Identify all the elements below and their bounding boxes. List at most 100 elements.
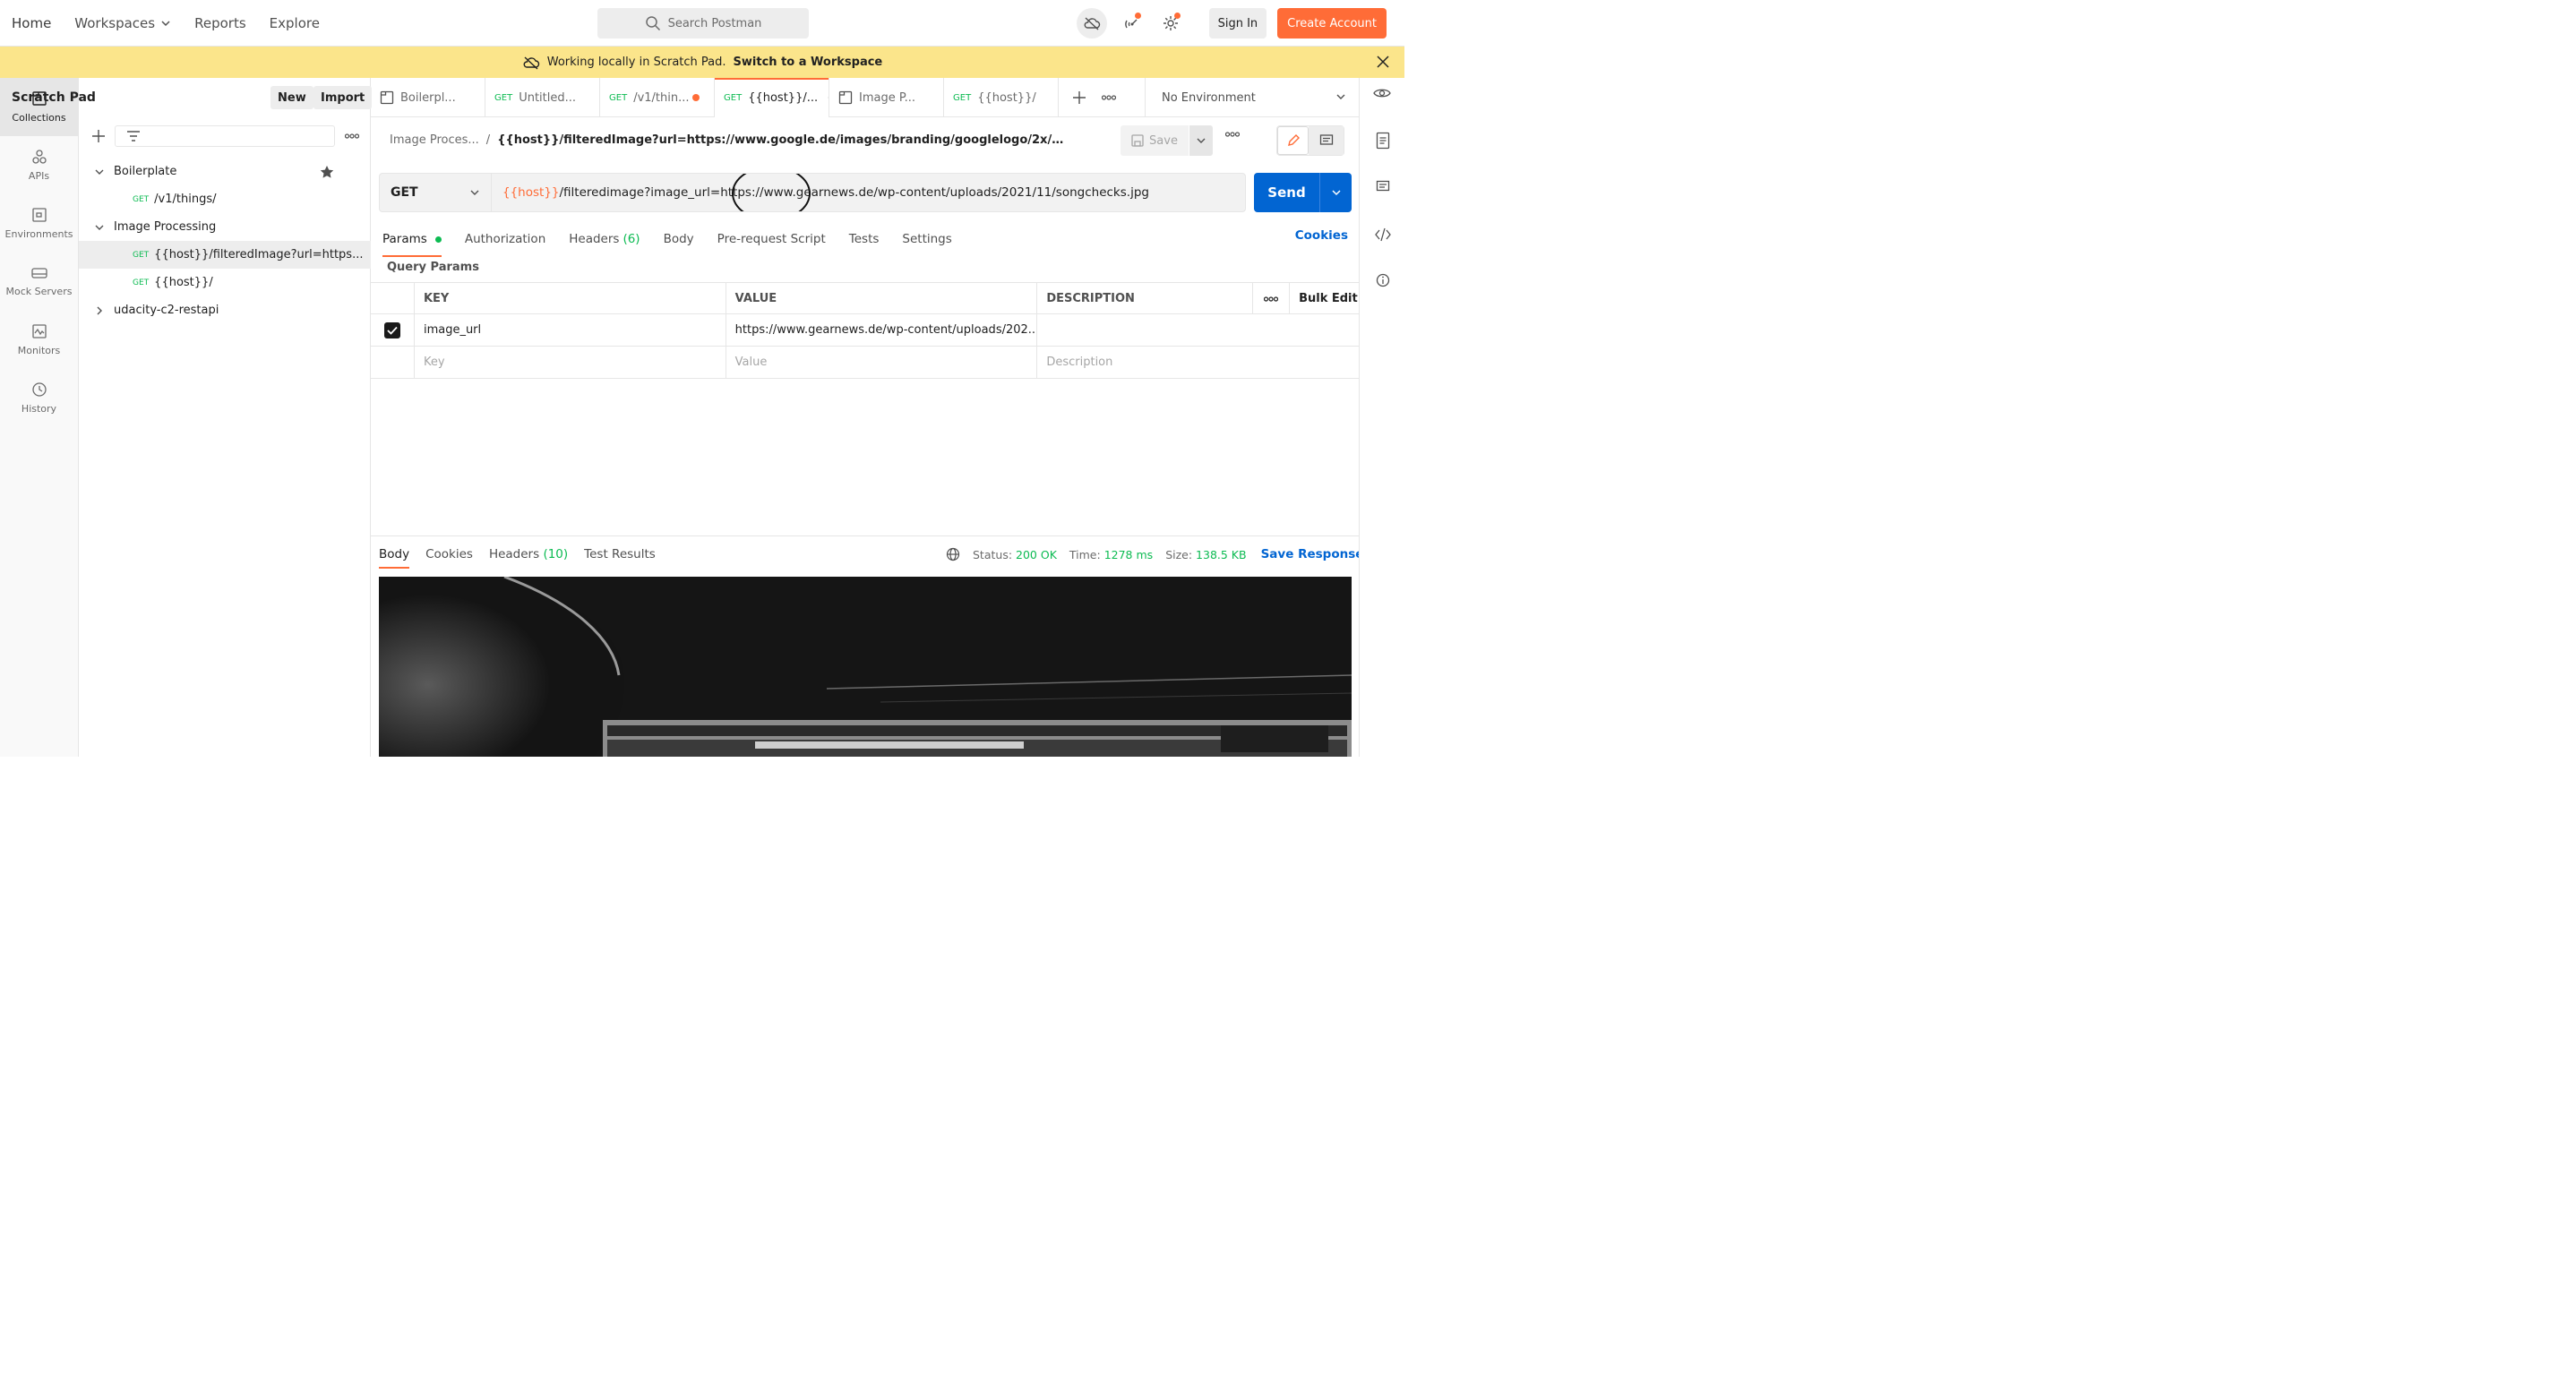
param-description[interactable] bbox=[1037, 314, 1359, 346]
rail-mock-servers[interactable]: Mock Servers bbox=[0, 253, 78, 311]
method-select[interactable]: GET bbox=[379, 173, 492, 212]
table-options-button[interactable] bbox=[1253, 283, 1291, 314]
time-label: Time: bbox=[1069, 547, 1101, 561]
edit-mode-button[interactable] bbox=[1277, 126, 1309, 155]
plus-icon[interactable] bbox=[1073, 90, 1086, 104]
param-value[interactable]: https://www.gearnews.de/wp-content/uploa… bbox=[726, 314, 1038, 346]
response-tab-test-results[interactable]: Test Results bbox=[584, 547, 656, 561]
rail-label: Environments bbox=[4, 228, 73, 240]
bulk-edit-button[interactable]: Bulk Edit bbox=[1290, 283, 1359, 314]
request-section-tabs: Params Authorization Headers (6) Body Pre… bbox=[382, 228, 952, 257]
response-image bbox=[379, 577, 1352, 757]
tab-untitled[interactable]: GET Untitled... bbox=[485, 78, 600, 117]
rail-label: History bbox=[21, 403, 57, 415]
value-placeholder-input[interactable]: Value bbox=[726, 347, 1038, 378]
tab-params[interactable]: Params bbox=[382, 228, 442, 257]
tab-host-filtered[interactable]: GET {{host}}/... bbox=[715, 78, 829, 117]
collection-boilerplate[interactable]: Boilerplate bbox=[79, 158, 371, 185]
response-tab-cookies[interactable]: Cookies bbox=[425, 547, 473, 561]
response-tab-headers[interactable]: Headers (10) bbox=[489, 547, 568, 561]
new-button[interactable]: New bbox=[270, 86, 313, 109]
cookies-link[interactable]: Cookies bbox=[1295, 228, 1348, 243]
more-options-icon[interactable] bbox=[1225, 132, 1240, 137]
chevron-down-icon bbox=[161, 21, 170, 27]
capture-requests-button[interactable] bbox=[1116, 8, 1146, 39]
description-placeholder-input[interactable]: Description bbox=[1037, 347, 1359, 378]
rail-environments[interactable]: Environments bbox=[0, 194, 78, 253]
globe-icon[interactable] bbox=[946, 547, 960, 561]
import-button[interactable]: Import bbox=[313, 86, 373, 109]
response-tab-body[interactable]: Body bbox=[379, 547, 410, 569]
tab-host-root[interactable]: GET {{host}}/ bbox=[944, 78, 1059, 117]
tab-authorization[interactable]: Authorization bbox=[465, 228, 545, 250]
sync-status-button[interactable] bbox=[1076, 8, 1107, 39]
method-badge: GET bbox=[133, 278, 150, 287]
collection-image-processing[interactable]: Image Processing bbox=[79, 213, 371, 241]
param-key[interactable]: image_url bbox=[415, 314, 726, 346]
key-placeholder-input[interactable]: Key bbox=[415, 347, 726, 378]
nav-reports[interactable]: Reports bbox=[194, 15, 246, 31]
collection-label: Boilerplate bbox=[114, 165, 177, 178]
more-options-icon[interactable] bbox=[1102, 94, 1116, 100]
breadcrumb-current[interactable]: {{host}}/filteredImage?url=https://www.g… bbox=[497, 133, 1065, 147]
filter-input[interactable] bbox=[115, 125, 335, 147]
close-icon[interactable] bbox=[1376, 55, 1390, 69]
scratch-pad-banner: Working locally in Scratch Pad. Switch t… bbox=[0, 47, 1404, 78]
mock-servers-icon bbox=[30, 268, 47, 278]
url-input[interactable]: {{host}}/filteredimage?image_url=https:/… bbox=[492, 173, 1246, 212]
more-options-icon[interactable] bbox=[345, 133, 359, 139]
eye-icon[interactable] bbox=[1373, 87, 1391, 99]
tab-label: Boilerpl... bbox=[400, 90, 456, 105]
rail-monitors[interactable]: Monitors bbox=[0, 311, 78, 369]
comments-icon[interactable] bbox=[1376, 180, 1390, 194]
tab-tests[interactable]: Tests bbox=[849, 228, 880, 250]
send-options-button[interactable] bbox=[1319, 173, 1352, 212]
request-item[interactable]: GET /v1/things/ bbox=[79, 185, 371, 213]
nav-explore[interactable]: Explore bbox=[270, 15, 320, 31]
row-checkbox-cell bbox=[371, 314, 415, 346]
rail-apis[interactable]: APIs bbox=[0, 136, 78, 194]
chevron-down-icon bbox=[1331, 190, 1341, 196]
tab-image-processing[interactable]: Image P... bbox=[829, 78, 944, 117]
tab-headers[interactable]: Headers (6) bbox=[569, 228, 640, 250]
tab-params-label: Params bbox=[382, 232, 427, 246]
banner-text: Working locally in Scratch Pad. bbox=[546, 56, 726, 69]
tab-body[interactable]: Body bbox=[664, 228, 694, 250]
send-button[interactable]: Send bbox=[1254, 184, 1319, 201]
nav-workspaces[interactable]: Workspaces bbox=[74, 15, 171, 31]
info-icon[interactable] bbox=[1376, 273, 1390, 287]
environment-select[interactable]: No Environment bbox=[1145, 78, 1359, 117]
request-item[interactable]: GET {{host}}/ bbox=[79, 269, 371, 296]
star-icon[interactable] bbox=[320, 165, 334, 179]
search-input[interactable]: Search Postman bbox=[597, 8, 809, 39]
collection-icon bbox=[838, 90, 853, 105]
nav-home[interactable]: Home bbox=[12, 15, 51, 31]
code-icon[interactable] bbox=[1375, 227, 1391, 242]
create-account-button[interactable]: Create Account bbox=[1277, 8, 1387, 39]
scratch-pad-title: Scratch Pad bbox=[12, 90, 96, 105]
tab-boilerplate[interactable]: Boilerpl... bbox=[371, 78, 485, 117]
switch-workspace-link[interactable]: Switch to a Workspace bbox=[734, 56, 883, 69]
collection-udacity[interactable]: udacity-c2-restapi bbox=[79, 296, 371, 324]
tab-prerequest-script[interactable]: Pre-request Script bbox=[717, 228, 826, 250]
request-item-selected[interactable]: GET {{host}}/filteredImage?url=https... bbox=[79, 241, 371, 269]
documentation-icon[interactable] bbox=[1376, 132, 1390, 150]
table-row-new: Key Value Description bbox=[371, 347, 1359, 379]
breadcrumb-parent[interactable]: Image Proces... bbox=[390, 133, 479, 147]
close-icon[interactable] bbox=[828, 92, 829, 103]
save-options-button[interactable] bbox=[1189, 125, 1213, 156]
cloud-offline-icon bbox=[523, 56, 539, 70]
settings-button[interactable] bbox=[1155, 8, 1186, 39]
comment-mode-button[interactable] bbox=[1309, 126, 1344, 155]
plus-icon[interactable] bbox=[92, 130, 105, 142]
tab-settings[interactable]: Settings bbox=[902, 228, 951, 250]
breadcrumb-row: Image Proces... / {{host}}/filteredImage… bbox=[371, 117, 1359, 164]
save-button[interactable]: Save bbox=[1121, 125, 1189, 156]
sign-in-button[interactable]: Sign In bbox=[1208, 8, 1267, 39]
main-panel: Boilerpl... GET Untitled... GET /v1/thin… bbox=[371, 78, 1378, 757]
method-badge: GET bbox=[133, 194, 150, 204]
param-checkbox[interactable] bbox=[383, 321, 400, 338]
chevron-down-icon bbox=[1197, 138, 1206, 143]
tab-v1-things[interactable]: GET /v1/thin... bbox=[600, 78, 715, 117]
rail-history[interactable]: History bbox=[0, 369, 78, 427]
